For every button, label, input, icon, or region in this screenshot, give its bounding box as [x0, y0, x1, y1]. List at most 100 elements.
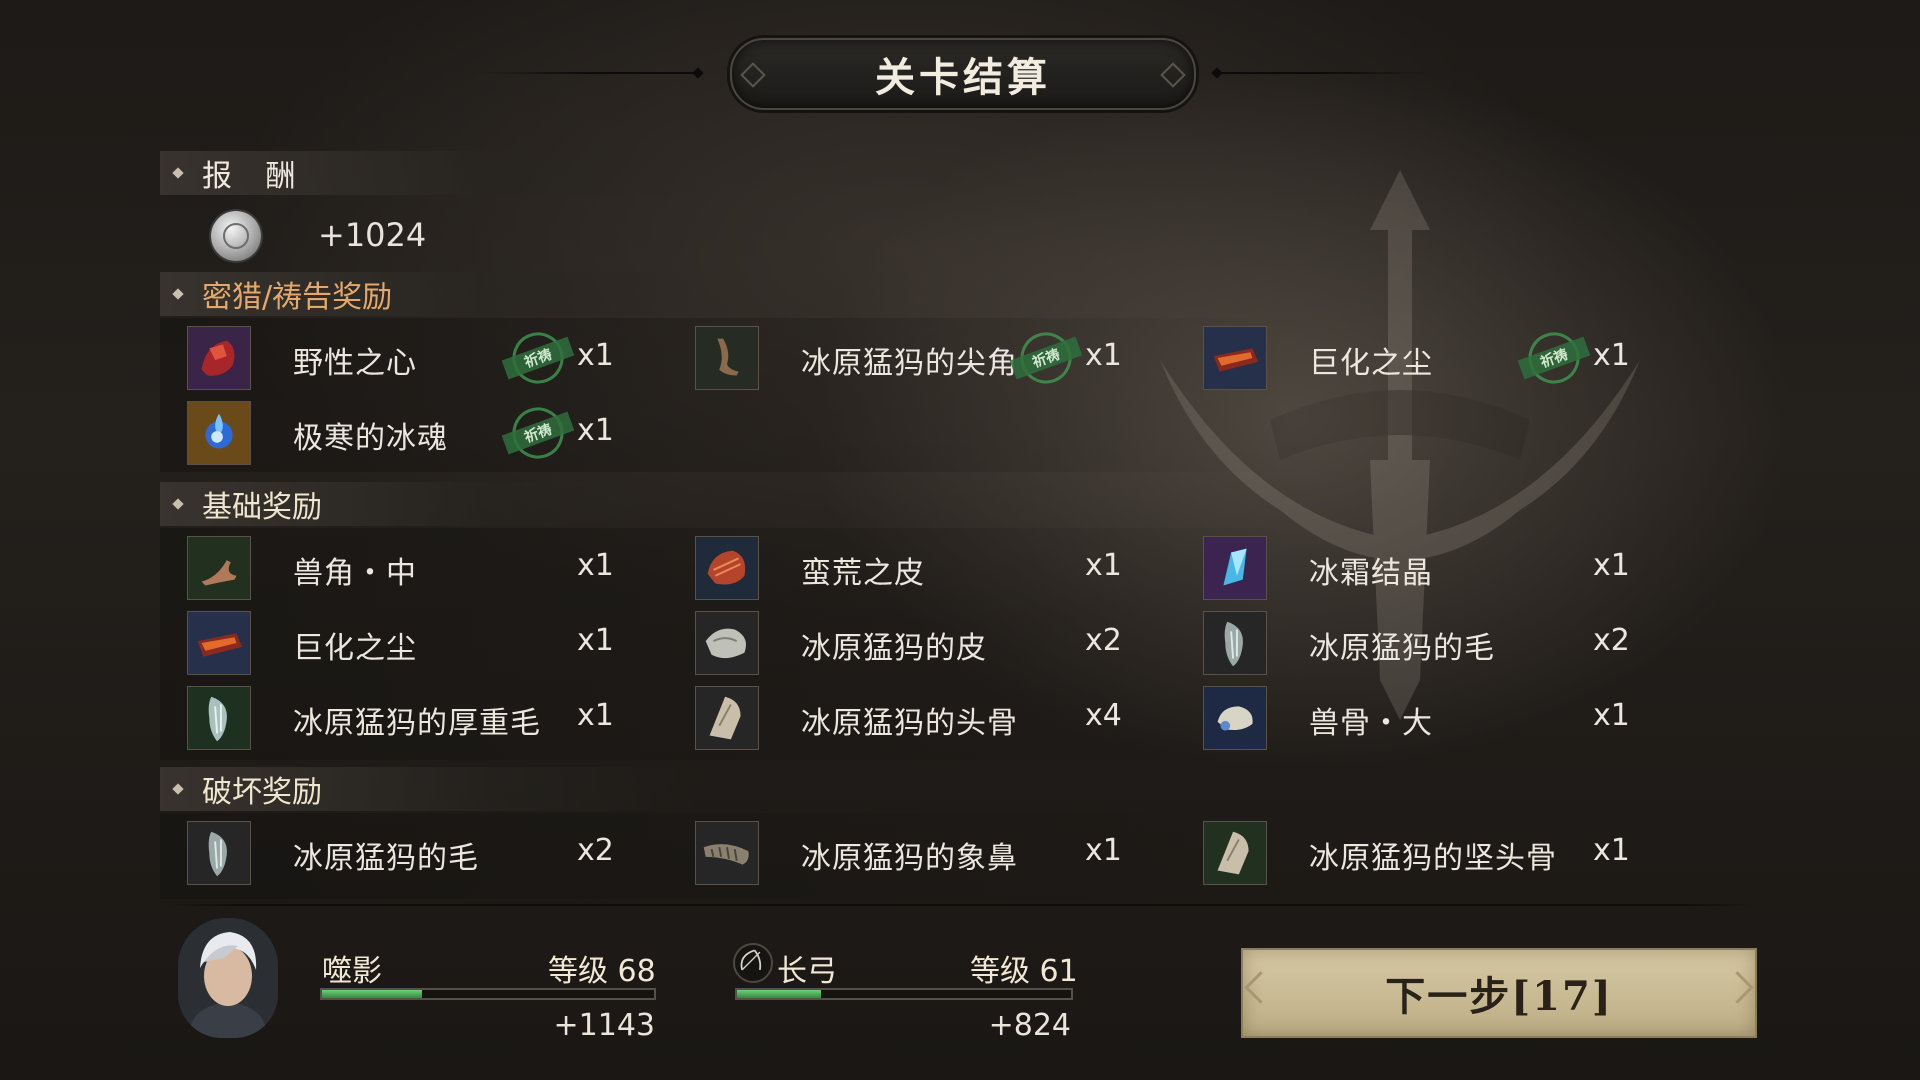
- item-qty: x1: [577, 623, 614, 658]
- prayer-stamp-icon: 祈祷: [1009, 332, 1083, 384]
- basic-item[interactable]: 蛮荒之皮 x1: [695, 536, 1175, 602]
- longbow-icon: [733, 943, 773, 983]
- currency-amount: +1024: [318, 216, 427, 254]
- item-name: 兽骨・大: [1309, 706, 1433, 741]
- next-button-label: 下一步[17]: [1385, 973, 1613, 1020]
- hunt-item[interactable]: 野性之心 祈祷 x1: [187, 326, 667, 392]
- item-name: 巨化之尘: [293, 631, 417, 666]
- break-item[interactable]: 冰原猛犸的象鼻 x1: [695, 821, 1175, 887]
- basic-item[interactable]: 兽角・中 x1: [187, 536, 667, 602]
- basic-item[interactable]: 巨化之尘 x1: [187, 611, 667, 677]
- item-name: 冰原猛犸的毛: [1309, 631, 1495, 666]
- basic-item[interactable]: 冰原猛犸的头骨 x4: [695, 686, 1175, 752]
- item-qty: x1: [1085, 338, 1122, 373]
- stamp-text: 祈祷: [1538, 346, 1570, 372]
- header-line-left: [480, 72, 700, 74]
- section-break-label: 破坏奖励: [202, 775, 322, 810]
- item-qty: x1: [1593, 338, 1630, 373]
- mammoth-tusk-icon: [695, 326, 759, 390]
- item-qty: x2: [1085, 623, 1122, 658]
- stamp-text: 祈祷: [1030, 346, 1062, 372]
- section-basic-label: 基础奖励: [202, 490, 322, 525]
- item-name: 冰原猛犸的象鼻: [801, 841, 1018, 876]
- section-marker-icon: [172, 783, 184, 795]
- prayer-stamp-icon: 祈祷: [501, 332, 575, 384]
- large-bone-icon: [1203, 686, 1267, 750]
- hunt-item[interactable]: 巨化之尘 祈祷 x1: [1203, 326, 1683, 392]
- section-marker-icon: [172, 288, 184, 300]
- section-marker-icon: [172, 167, 184, 179]
- weapon-xp-fill: [737, 990, 821, 998]
- weapon-name: 长弓: [777, 954, 837, 989]
- frost-crystal-icon: [1203, 536, 1267, 600]
- item-qty: x1: [1085, 548, 1122, 583]
- divider-line: [160, 904, 1760, 906]
- wild-hide-icon: [695, 536, 759, 600]
- basic-item[interactable]: 冰原猛犸的厚重毛 x1: [187, 686, 667, 752]
- item-qty: x1: [1593, 833, 1630, 868]
- section-basic-header: 基础奖励: [160, 482, 700, 526]
- player-avatar: [178, 918, 278, 1038]
- giant-dust-icon: [187, 611, 251, 675]
- wild-heart-icon: [187, 326, 251, 390]
- stamp-text: 祈祷: [522, 421, 554, 447]
- section-marker-icon: [172, 498, 184, 510]
- chevron-right-icon: [1721, 971, 1754, 1004]
- prayer-stamp-icon: 祈祷: [501, 407, 575, 459]
- mammoth-skull-icon: [695, 686, 759, 750]
- player-xp-bar: [320, 988, 656, 1000]
- mammoth-trunk-icon: [695, 821, 759, 885]
- header-ornament-right: [1211, 67, 1223, 79]
- item-qty: x2: [1593, 623, 1630, 658]
- basic-item[interactable]: 兽骨・大 x1: [1203, 686, 1683, 752]
- item-qty: x1: [1593, 698, 1630, 733]
- weapon-level: 等级 61: [970, 954, 1078, 989]
- title-plate: 关卡结算: [730, 38, 1196, 110]
- header-ornament-left: [692, 67, 704, 79]
- item-name: 冰原猛犸的毛: [293, 841, 479, 876]
- item-qty: x4: [1085, 698, 1122, 733]
- item-qty: x1: [577, 548, 614, 583]
- chevron-left-icon: [1244, 971, 1277, 1004]
- next-button[interactable]: 下一步[17]: [1243, 950, 1755, 1036]
- section-reward-label: 报 酬: [202, 159, 308, 194]
- mammoth-hard-skull-icon: [1203, 821, 1267, 885]
- basic-item[interactable]: 冰霜结晶 x1: [1203, 536, 1683, 602]
- section-reward-header: 报 酬: [160, 151, 700, 195]
- title-cap-left: [740, 62, 766, 88]
- header-line-right: [1215, 72, 1435, 74]
- item-qty: x1: [1593, 548, 1630, 583]
- break-item[interactable]: 冰原猛犸的坚头骨 x1: [1203, 821, 1683, 887]
- weapon-xp-gain: +824: [988, 1008, 1071, 1043]
- item-qty: x1: [577, 413, 614, 448]
- weapon-xp-bar: [735, 988, 1073, 1000]
- mammoth-fur-icon: [187, 821, 251, 885]
- hunt-item[interactable]: 冰原猛犸的尖角 祈祷 x1: [695, 326, 1175, 392]
- silver-coin-icon: [211, 211, 261, 261]
- mammoth-fur-icon: [1203, 611, 1267, 675]
- section-break-header: 破坏奖励: [160, 767, 700, 811]
- item-name: 野性之心: [293, 346, 417, 381]
- item-name: 冰原猛犸的厚重毛: [293, 706, 541, 741]
- item-qty: x1: [577, 338, 614, 373]
- hunt-item[interactable]: 极寒的冰魂 祈祷 x1: [187, 401, 667, 467]
- page-title: 关卡结算: [875, 54, 1051, 101]
- basic-item[interactable]: 冰原猛犸的毛 x2: [1203, 611, 1683, 677]
- item-name: 冰原猛犸的皮: [801, 631, 987, 666]
- item-name: 兽角・中: [293, 556, 417, 591]
- break-item[interactable]: 冰原猛犸的毛 x2: [187, 821, 667, 887]
- ice-soul-icon: [187, 401, 251, 465]
- mammoth-hide-icon: [695, 611, 759, 675]
- prayer-stamp-icon: 祈祷: [1517, 332, 1591, 384]
- giant-dust-icon: [1203, 326, 1267, 390]
- item-name: 冰原猛犸的尖角: [801, 346, 1018, 381]
- item-name: 冰霜结晶: [1309, 556, 1433, 591]
- item-name: 蛮荒之皮: [801, 556, 925, 591]
- item-qty: x2: [577, 833, 614, 868]
- player-level: 等级 68: [548, 954, 656, 989]
- item-name: 冰原猛犸的坚头骨: [1309, 841, 1557, 876]
- item-name: 极寒的冰魂: [293, 421, 448, 456]
- basic-item[interactable]: 冰原猛犸的皮 x2: [695, 611, 1175, 677]
- item-qty: x1: [577, 698, 614, 733]
- stamp-text: 祈祷: [522, 346, 554, 372]
